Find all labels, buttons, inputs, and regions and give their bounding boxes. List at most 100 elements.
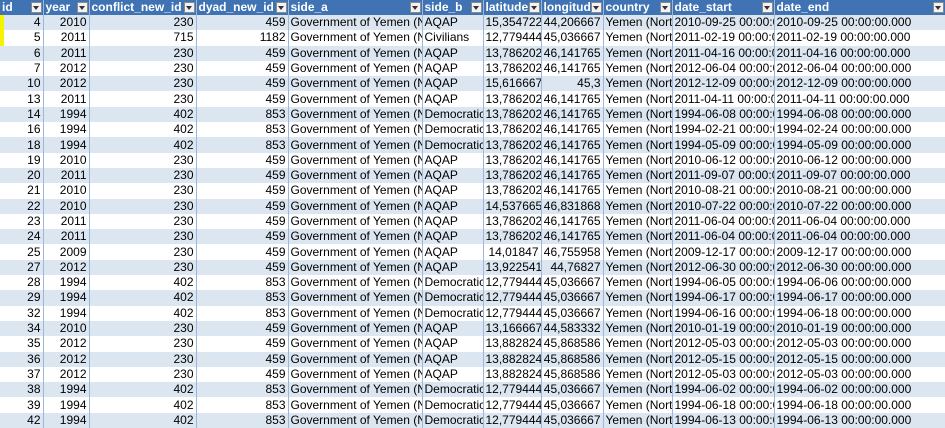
cell-latitude[interactable]: 13,786202	[483, 106, 542, 123]
cell-date-end[interactable]: 2010-01-19 00:00:00.000	[774, 320, 945, 337]
cell-dyad-new-id[interactable]: 459	[196, 91, 289, 107]
cell-country[interactable]: Yemen (North	[603, 91, 673, 107]
cell-year[interactable]: 2011	[43, 229, 90, 245]
cell-side-b[interactable]: AQAP	[422, 183, 484, 199]
cell-conflict-new-id[interactable]: 230	[89, 167, 197, 184]
cell-side-b[interactable]: AQAP	[422, 91, 484, 107]
table-row[interactable]: 252009230459Government of Yemen (NorthAQ…	[0, 244, 945, 260]
cell-conflict-new-id[interactable]: 402	[89, 122, 197, 138]
cell-date-end[interactable]: 2009-12-17 00:00:00.000	[774, 244, 945, 260]
cell-dyad-new-id[interactable]: 459	[196, 213, 289, 230]
cell-id[interactable]: 7	[0, 60, 44, 77]
cell-side-b[interactable]: AQAP	[422, 244, 484, 260]
cell-date-start[interactable]: 2010-06-12 00:00:00.000	[672, 152, 775, 168]
cell-longitude[interactable]: 46,141765	[541, 106, 604, 123]
cell-year[interactable]: 2010	[43, 320, 90, 337]
cell-date-start[interactable]: 2010-08-21 00:00:00.000	[672, 183, 775, 199]
cell-latitude[interactable]: 13,882824	[483, 366, 542, 383]
table-row[interactable]: 291994402853Government of Yemen (NorthDe…	[0, 290, 945, 306]
cell-conflict-new-id[interactable]: 230	[89, 244, 197, 260]
cell-longitude[interactable]: 44,583332	[541, 320, 604, 337]
cell-date-end[interactable]: 1994-06-06 00:00:00.000	[774, 275, 945, 291]
table-row[interactable]: 62011230459Government of Yemen (NorthAQA…	[0, 45, 945, 61]
cell-dyad-new-id[interactable]: 459	[196, 76, 289, 92]
cell-side-b[interactable]: Democratic	[422, 382, 484, 398]
cell-side-a[interactable]: Government of Yemen (North	[288, 229, 423, 245]
cell-date-end[interactable]: 2010-06-12 00:00:00.000	[774, 152, 945, 168]
cell-dyad-new-id[interactable]: 853	[196, 122, 289, 138]
cell-side-b[interactable]: Civilians	[422, 30, 484, 46]
cell-longitude[interactable]: 45,036667	[541, 305, 604, 321]
cell-latitude[interactable]: 12,779444	[483, 397, 542, 413]
cell-country[interactable]: Yemen (North	[603, 30, 673, 46]
cell-id[interactable]: 10	[0, 76, 44, 92]
cell-longitude[interactable]: 45,036667	[541, 30, 604, 46]
cell-conflict-new-id[interactable]: 230	[89, 45, 197, 61]
cell-year[interactable]: 1994	[43, 106, 90, 123]
cell-id[interactable]: 20	[0, 167, 44, 184]
cell-country[interactable]: Yemen (North	[603, 76, 673, 92]
cell-conflict-new-id[interactable]: 402	[89, 290, 197, 306]
cell-country[interactable]: Yemen (North	[603, 137, 673, 153]
cell-date-start[interactable]: 2012-05-03 00:00:00.000	[672, 336, 775, 352]
filter-dropdown-icon[interactable]	[659, 2, 671, 13]
cell-dyad-new-id[interactable]: 459	[196, 229, 289, 245]
cell-conflict-new-id[interactable]: 402	[89, 275, 197, 291]
column-header-id[interactable]: id	[0, 0, 44, 15]
cell-country[interactable]: Yemen (North	[603, 15, 673, 31]
column-header-date-end[interactable]: date_end	[774, 0, 945, 15]
cell-date-start[interactable]: 1994-06-05 00:00:00.000	[672, 275, 775, 291]
cell-longitude[interactable]: 46,141765	[541, 213, 604, 230]
cell-country[interactable]: Yemen (North	[603, 198, 673, 214]
cell-latitude[interactable]: 13,786202	[483, 183, 542, 199]
cell-id[interactable]: 13	[0, 91, 44, 107]
cell-id[interactable]: 34	[0, 320, 44, 337]
cell-latitude[interactable]: 13,786202	[483, 229, 542, 245]
cell-date-end[interactable]: 2010-09-25 00:00:00.000	[774, 15, 945, 31]
cell-date-start[interactable]: 2011-06-04 00:00:00.000	[672, 213, 775, 230]
cell-conflict-new-id[interactable]: 230	[89, 320, 197, 337]
cell-side-a[interactable]: Government of Yemen (North	[288, 351, 423, 367]
cell-date-end[interactable]: 2011-04-11 00:00:00.000	[774, 91, 945, 107]
column-header-side-a[interactable]: side_a	[288, 0, 423, 15]
cell-longitude[interactable]: 46,141765	[541, 152, 604, 168]
cell-year[interactable]: 1994	[43, 290, 90, 306]
filter-dropdown-icon[interactable]	[30, 2, 42, 13]
table-row[interactable]: 362012230459Government of Yemen (NorthAQ…	[0, 351, 945, 367]
cell-side-a[interactable]: Government of Yemen (North	[288, 290, 423, 306]
cell-country[interactable]: Yemen (North	[603, 60, 673, 77]
cell-year[interactable]: 1994	[43, 382, 90, 398]
table-row[interactable]: 281994402853Government of Yemen (NorthDe…	[0, 275, 945, 291]
cell-latitude[interactable]: 13,882824	[483, 351, 542, 367]
cell-date-start[interactable]: 1994-06-02 00:00:00.000	[672, 382, 775, 398]
cell-dyad-new-id[interactable]: 853	[196, 397, 289, 413]
cell-date-end[interactable]: 2010-08-21 00:00:00.000	[774, 183, 945, 199]
cell-side-a[interactable]: Government of Yemen (North	[288, 152, 423, 168]
cell-conflict-new-id[interactable]: 402	[89, 397, 197, 413]
cell-side-b[interactable]: Democratic	[422, 137, 484, 153]
cell-latitude[interactable]: 13,786202	[483, 137, 542, 153]
cell-side-a[interactable]: Government of Yemen (North	[288, 382, 423, 398]
cell-latitude[interactable]: 15,616667	[483, 76, 542, 92]
cell-id[interactable]: 19	[0, 152, 44, 168]
cell-conflict-new-id[interactable]: 230	[89, 213, 197, 230]
cell-conflict-new-id[interactable]: 402	[89, 106, 197, 123]
table-row[interactable]: 202011230459Government of Yemen (NorthAQ…	[0, 167, 945, 184]
filter-dropdown-icon[interactable]	[275, 2, 287, 13]
cell-year[interactable]: 2012	[43, 366, 90, 383]
cell-side-b[interactable]: Democratic	[422, 305, 484, 321]
cell-date-start[interactable]: 2010-07-22 00:00:00.000	[672, 198, 775, 214]
cell-dyad-new-id[interactable]: 853	[196, 305, 289, 321]
cell-date-start[interactable]: 2011-09-07 00:00:00.000	[672, 167, 775, 184]
cell-longitude[interactable]: 45,036667	[541, 275, 604, 291]
cell-id[interactable]: 28	[0, 275, 44, 291]
table-row[interactable]: 141994402853Government of Yemen (NorthDe…	[0, 106, 945, 123]
cell-latitude[interactable]: 12,779444	[483, 30, 542, 46]
cell-side-b[interactable]: AQAP	[422, 76, 484, 92]
cell-date-start[interactable]: 2009-12-17 00:00:00.000	[672, 244, 775, 260]
filter-dropdown-icon[interactable]	[932, 2, 944, 13]
cell-dyad-new-id[interactable]: 459	[196, 60, 289, 77]
filter-dropdown-icon[interactable]	[183, 2, 195, 13]
filter-dropdown-icon[interactable]	[528, 2, 540, 13]
cell-conflict-new-id[interactable]: 715	[89, 30, 197, 46]
